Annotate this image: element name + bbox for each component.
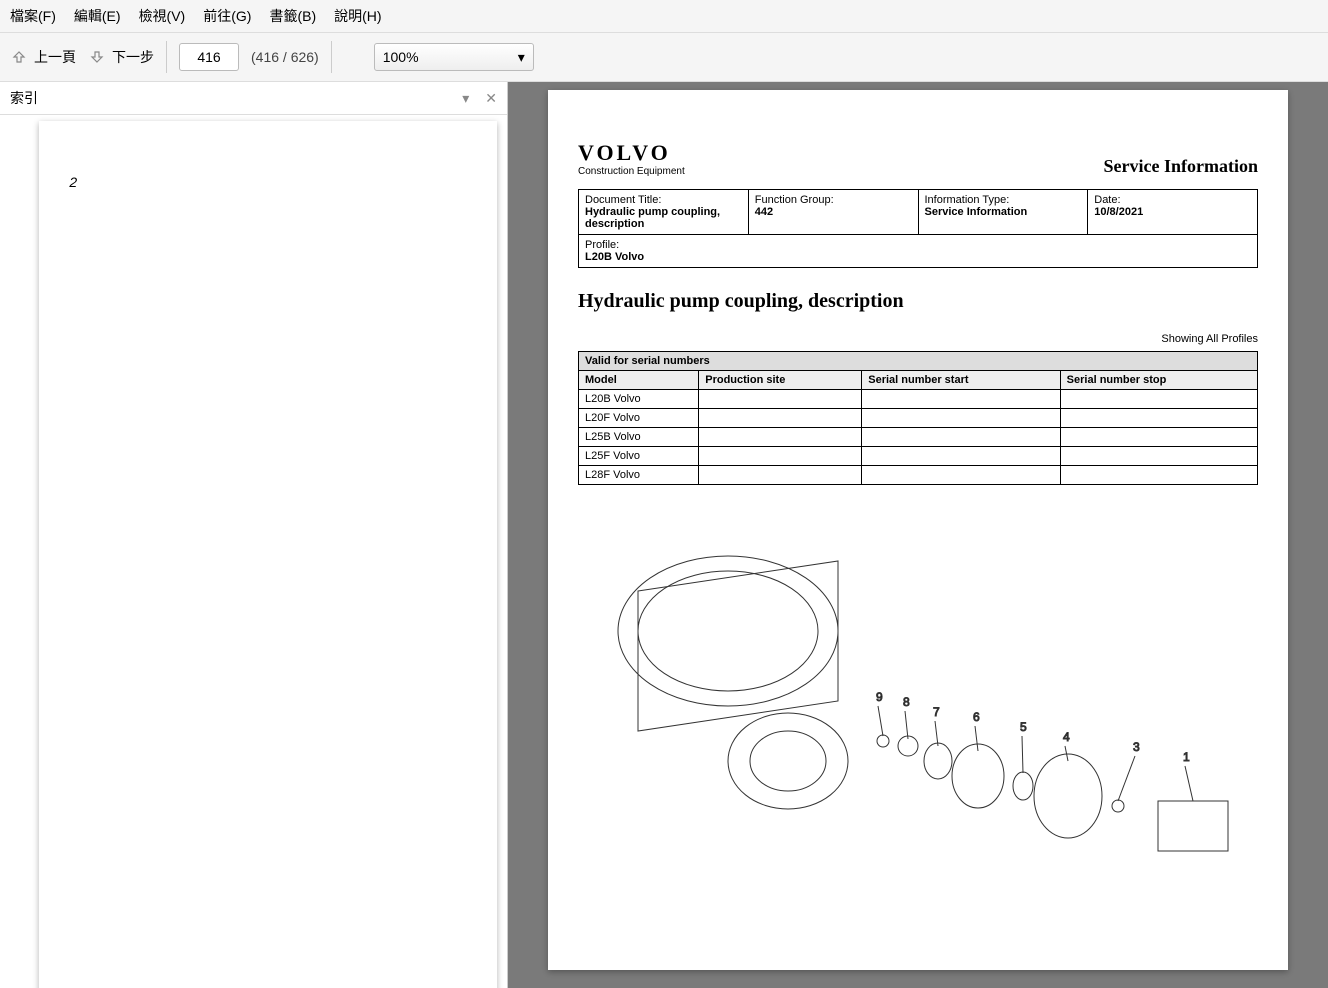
document-viewer[interactable]: VOLVO Construction Equipment Service Inf… (508, 82, 1328, 988)
table-row: L20B Volvo (579, 390, 1258, 409)
menu-bookmarks[interactable]: 書籤(B) (269, 6, 316, 26)
index-sidebar: 索引 ▾ ✕ 0 - Foreword2▸0 - GENERAL3▸1 - ST… (0, 82, 508, 988)
menubar: 檔案(F) 編輯(E) 檢視(V) 前往(G) 書籤(B) 說明(H) (0, 0, 1328, 33)
menu-edit[interactable]: 編輯(E) (74, 6, 121, 26)
index-tree: 0 - Foreword2▸0 - GENERAL3▸1 - STANDARD … (0, 115, 507, 988)
showing-profiles: Showing All Profiles (578, 333, 1258, 345)
table-row: L20F Volvo (579, 409, 1258, 428)
doc-title-label: Document Title: (585, 194, 661, 206)
document-page: VOLVO Construction Equipment Service Inf… (548, 90, 1288, 970)
arrow-up-icon (10, 48, 28, 66)
zoom-select[interactable]: 100% ▾ (374, 43, 534, 71)
prev-label: 上一頁 (34, 47, 76, 67)
svg-text:3: 3 (1133, 740, 1140, 754)
prev-button[interactable]: 上一頁 (10, 47, 76, 67)
close-icon[interactable]: ✕ (485, 90, 497, 107)
info-type-value: Service Information (925, 206, 1028, 218)
doc-title-value: Hydraulic pump coupling, description (585, 206, 720, 230)
profile-label: Profile: (585, 239, 619, 251)
info-type-label: Information Type: (925, 194, 1010, 206)
col-model: Model (579, 371, 699, 390)
col-psite: Production site (699, 371, 862, 390)
tree-page: 2 (39, 121, 497, 988)
arrow-down-icon (88, 48, 106, 66)
valid-header: Valid for serial numbers (579, 352, 1258, 371)
document-heading: Hydraulic pump coupling, description (578, 290, 1258, 313)
svg-text:1: 1 (1183, 750, 1190, 764)
col-snstart: Serial number start (862, 371, 1060, 390)
dropdown-icon[interactable]: ▾ (462, 90, 469, 107)
zoom-value: 100% (383, 49, 419, 65)
sidebar-title: 索引 (10, 88, 38, 108)
serial-table: Valid for serial numbers Model Productio… (578, 351, 1258, 485)
next-button[interactable]: 下一步 (88, 47, 154, 67)
page-count: (416 / 626) (251, 49, 319, 65)
svg-text:8: 8 (903, 695, 910, 709)
table-row: L28F Volvo (579, 466, 1258, 485)
pump-coupling-diagram: 9 8 7 6 5 4 3 1 (578, 501, 1258, 861)
date-label: Date: (1094, 194, 1120, 206)
svg-text:7: 7 (933, 705, 940, 719)
function-group-label: Function Group: (755, 194, 834, 206)
svg-text:9: 9 (876, 690, 883, 704)
table-row: L25F Volvo (579, 447, 1258, 466)
service-info-heading: Service Information (1104, 156, 1258, 177)
toolbar: 上一頁 下一步 (416 / 626) 100% ▾ (0, 33, 1328, 82)
svg-text:4: 4 (1063, 730, 1070, 744)
menu-view[interactable]: 檢視(V) (139, 6, 186, 26)
col-snstop: Serial number stop (1060, 371, 1257, 390)
table-row: L25B Volvo (579, 428, 1258, 447)
date-value: 10/8/2021 (1094, 206, 1143, 218)
separator (331, 41, 332, 73)
info-table: Document Title:Hydraulic pump coupling, … (578, 189, 1258, 268)
svg-text:5: 5 (1020, 720, 1027, 734)
volvo-subtitle: Construction Equipment (578, 166, 685, 177)
volvo-logo: VOLVO (578, 140, 685, 166)
svg-text:6: 6 (973, 710, 980, 724)
menu-go[interactable]: 前往(G) (203, 6, 251, 26)
profile-value: L20B Volvo (585, 251, 644, 263)
separator (166, 41, 167, 73)
chevron-down-icon: ▾ (518, 49, 525, 66)
menu-file[interactable]: 檔案(F) (10, 6, 56, 26)
tree-item[interactable]: 0 - Foreword2 (0, 119, 507, 988)
page-input[interactable] (179, 43, 239, 71)
function-group-value: 442 (755, 206, 773, 218)
menu-help[interactable]: 說明(H) (334, 6, 381, 26)
next-label: 下一步 (112, 47, 154, 67)
